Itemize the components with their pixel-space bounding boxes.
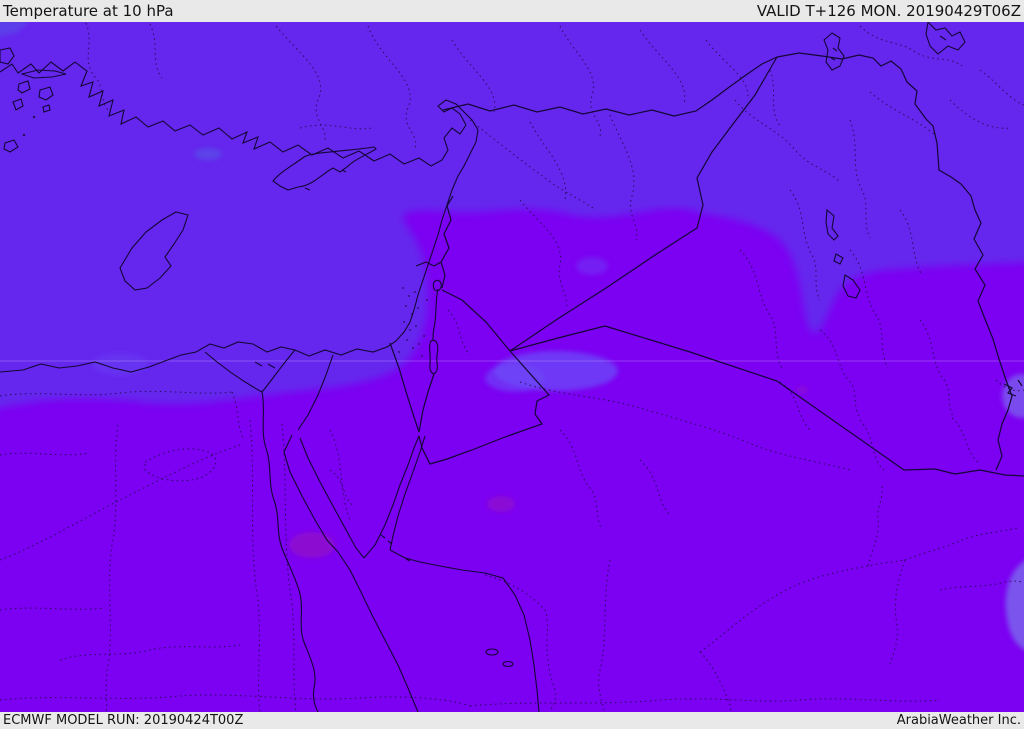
header-bar: Temperature at 10 hPa VALID T+126 MON. 2…: [0, 0, 1024, 22]
warm-patch-nw-saudi: [487, 496, 515, 512]
warm-patch-south-iraq: [796, 386, 808, 394]
cold-patch-syria-desert: [576, 257, 608, 275]
model-run-label: ECMWF MODEL RUN: 20190424T00Z: [3, 713, 244, 728]
weather-map-screen: Temperature at 10 hPa VALID T+126 MON. 2…: [0, 0, 1024, 729]
cold-patch-north-saudi-2: [485, 364, 545, 392]
valid-time-label: VALID T+126 MON. 20190429T06Z: [756, 2, 1021, 20]
warm-patch-upper-egypt: [289, 532, 335, 558]
footer-bar: ECMWF MODEL RUN: 20190424T00Z ArabiaWeat…: [0, 712, 1024, 729]
temperature-map: [0, 22, 1024, 712]
cold-patch-antalya: [194, 148, 222, 160]
attribution-label: ArabiaWeather Inc.: [896, 713, 1021, 728]
map-title: Temperature at 10 hPa: [3, 2, 174, 20]
